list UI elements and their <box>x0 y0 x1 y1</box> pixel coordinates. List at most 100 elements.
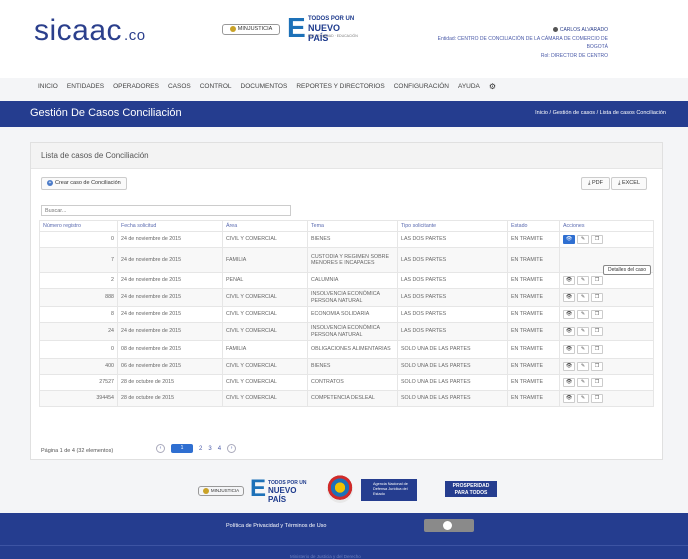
export-excel-button[interactable]: ⤓ EXCEL <box>611 177 648 190</box>
prosperity-line1: PROSPERIDAD <box>452 483 490 489</box>
sicaac-logo[interactable]: sicaac .co <box>34 14 146 48</box>
view-details-button[interactable]: 👁 <box>563 310 575 319</box>
create-case-button[interactable]: + Crear caso de Conciliación <box>41 177 127 190</box>
col-tema[interactable]: Tema <box>307 220 398 232</box>
cell-fecha: 24 de noviembre de 2015 <box>117 288 223 307</box>
cell-numero: 0 <box>39 231 118 248</box>
panel-title: Lista de casos de Conciliación <box>41 151 149 160</box>
cell-area: CIVIL Y COMERCIAL <box>222 231 308 248</box>
main-nav: INICIO ENTIDADES OPERADORES CASOS CONTRO… <box>38 78 678 94</box>
col-area[interactable]: Área <box>222 220 308 232</box>
col-fecha[interactable]: Fecha solicitud <box>117 220 223 232</box>
cell-acciones: 👁 ✎ ❐ <box>559 374 654 391</box>
cell-acciones: 👁 ✎ ❐ <box>559 231 654 248</box>
cases-table: Número registro Fecha solicitud Área Tem… <box>39 220 654 407</box>
search-input[interactable] <box>41 205 291 216</box>
page-1-button[interactable]: 1 <box>171 444 193 453</box>
partner-logos: MINJUSTICIA E TODOS POR UN NUEVO PAÍS Ag… <box>0 475 688 505</box>
media-player[interactable] <box>424 519 474 532</box>
title-bar: Gestión De Casos Conciliación Inicio / G… <box>0 101 688 127</box>
campaign-e-icon: E <box>250 475 267 502</box>
gear-icon[interactable]: ⚙ <box>489 82 496 91</box>
panel-header: Lista de casos de Conciliación <box>31 143 662 169</box>
document-button[interactable]: ❐ <box>591 327 603 336</box>
edit-button[interactable]: ✎ <box>577 310 589 319</box>
view-details-button[interactable]: 👁 <box>563 293 575 302</box>
edit-button[interactable]: ✎ <box>577 235 589 244</box>
privacy-link[interactable]: Política de Privacidad y Términos de Uso <box>226 523 326 529</box>
col-numero[interactable]: Número registro <box>39 220 118 232</box>
document-button[interactable]: ❐ <box>591 276 603 285</box>
cell-estado: EN TRAMITE <box>507 358 560 375</box>
prev-page-icon[interactable]: ‹ <box>156 444 165 453</box>
table-row: 27527 28 de octubre de 2015 CIVIL Y COME… <box>39 374 654 391</box>
document-button[interactable]: ❐ <box>591 394 603 403</box>
page-2-button[interactable]: 2 <box>199 446 202 452</box>
view-details-button[interactable]: 👁 <box>563 276 575 285</box>
view-details-button[interactable]: 👁 <box>563 362 575 371</box>
nav-item-inicio[interactable]: INICIO <box>38 83 58 90</box>
export-pdf-button[interactable]: ⤓ PDF <box>581 177 610 190</box>
view-details-button[interactable]: 👁 <box>563 394 575 403</box>
minjusticia-text: MINJUSTICIA <box>237 26 273 32</box>
edit-button[interactable]: ✎ <box>577 327 589 336</box>
document-button[interactable]: ❐ <box>591 235 603 244</box>
nav-item-casos[interactable]: CASOS <box>168 83 191 90</box>
cell-tipo: LAS DOS PARTES <box>397 306 508 323</box>
view-details-button[interactable]: 👁 <box>563 235 575 244</box>
excel-label: EXCEL <box>621 180 641 186</box>
edit-button[interactable]: ✎ <box>577 293 589 302</box>
document-button[interactable]: ❐ <box>591 293 603 302</box>
logo-text: sicaac <box>34 14 123 47</box>
user-name-row[interactable]: CARLOS ALVARADO <box>438 26 608 35</box>
user-entity: Entidad: CENTRO DE CONCILIACIÓN DE LA CÁ… <box>437 35 608 42</box>
edit-button[interactable]: ✎ <box>577 362 589 371</box>
document-button[interactable]: ❐ <box>591 345 603 354</box>
cell-tipo: SOLO UNA DE LAS PARTES <box>397 340 508 359</box>
cell-numero: 27527 <box>39 374 118 391</box>
edit-button[interactable]: ✎ <box>577 378 589 387</box>
col-tipo[interactable]: Tipo solicitante <box>397 220 508 232</box>
cell-estado: EN TRAMITE <box>507 340 560 359</box>
nav-item-operadores[interactable]: OPERADORES <box>113 83 159 90</box>
cell-area: PENAL <box>222 272 308 289</box>
edit-button[interactable]: ✎ <box>577 276 589 285</box>
nav-item-reportes[interactable]: REPORTES Y DIRECTORIOS <box>296 83 384 90</box>
breadcrumb[interactable]: Inicio / Gestión de casos / Lista de cas… <box>535 110 666 116</box>
view-details-button[interactable]: 👁 <box>563 345 575 354</box>
cell-tipo: LAS DOS PARTES <box>397 322 508 341</box>
nav-item-documentos[interactable]: DOCUMENTOS <box>241 83 288 90</box>
document-button[interactable]: ❐ <box>591 378 603 387</box>
document-button[interactable]: ❐ <box>591 310 603 319</box>
cell-numero: 888 <box>39 288 118 307</box>
view-details-button[interactable]: 👁 <box>563 378 575 387</box>
seal-icon <box>229 25 236 32</box>
table-row: 8 24 de noviembre de 2015 CIVIL Y COMERC… <box>39 306 654 323</box>
cell-area: CIVIL Y COMERCIAL <box>222 358 308 375</box>
cell-area: CIVIL Y COMERCIAL <box>222 322 308 341</box>
cell-tipo: SOLO UNA DE LAS PARTES <box>397 390 508 407</box>
next-page-icon[interactable]: › <box>227 444 237 453</box>
page-3-button[interactable]: 3 <box>208 446 211 452</box>
table-row: 2 24 de noviembre de 2015 PENAL CALUMNIA… <box>39 272 654 289</box>
nav-item-entidades[interactable]: ENTIDADES <box>67 83 104 90</box>
col-estado[interactable]: Estado <box>507 220 560 232</box>
minjusticia-footer-text: MINJUSTICIA <box>210 488 240 493</box>
nav-item-control[interactable]: CONTROL <box>200 83 232 90</box>
cell-area: FAMILIA <box>222 340 308 359</box>
cell-tema: BIENES <box>307 231 398 248</box>
user-city: BOGOTÁ <box>586 44 608 50</box>
play-icon[interactable] <box>443 521 452 530</box>
page-4-button[interactable]: 4 <box>218 446 221 452</box>
campaign-logo: E TODOS POR UN NUEVO PAÍS PAZ · EQUIDAD … <box>287 14 361 44</box>
edit-button[interactable]: ✎ <box>577 345 589 354</box>
document-button[interactable]: ❐ <box>591 362 603 371</box>
nav-item-configuracion[interactable]: CONFIGURACIÓN <box>394 83 449 90</box>
cell-fecha: 28 de octubre de 2015 <box>117 374 223 391</box>
nav-item-ayuda[interactable]: AYUDA <box>458 83 480 90</box>
cell-estado: EN TRAMITE <box>507 374 560 391</box>
table-row: 394454 28 de octubre de 2015 CIVIL Y COM… <box>39 390 654 407</box>
edit-button[interactable]: ✎ <box>577 394 589 403</box>
view-details-button[interactable]: 👁 <box>563 327 575 336</box>
cell-fecha: 24 de noviembre de 2015 <box>117 272 223 289</box>
